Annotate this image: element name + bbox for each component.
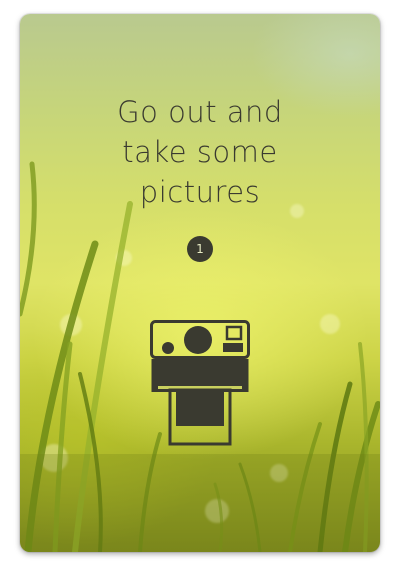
instant-camera-icon [150,320,250,446]
title-line: Go out and [117,95,283,129]
step-number-badge: 1 [187,236,213,262]
onboarding-card: Go out and take some pictures 1 [20,14,380,552]
title-line: take some [122,135,278,169]
title-line: pictures [139,175,261,209]
card-title: Go out and take some pictures [20,92,380,212]
